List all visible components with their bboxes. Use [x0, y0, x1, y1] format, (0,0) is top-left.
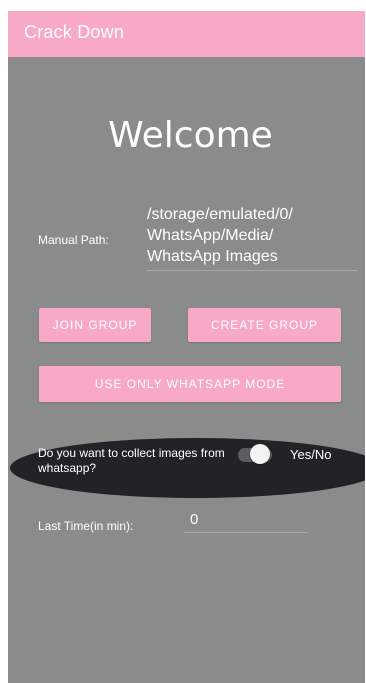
manual-path-label: Manual Path: — [38, 233, 109, 247]
welcome-heading: Welcome — [108, 115, 273, 156]
toggle-thumb[interactable] — [250, 444, 270, 464]
last-time-value: 0 — [190, 511, 199, 528]
join-group-button[interactable]: JOIN GROUP — [39, 308, 151, 342]
collect-question-label: Do you want to collect images from whats… — [38, 446, 225, 475]
create-group-button[interactable]: CREATE GROUP — [188, 308, 341, 342]
app-screen: Crack Down Welcome Manual Path: /storage… — [8, 11, 365, 683]
last-time-label: Last Time(in min): — [38, 519, 134, 533]
app-bar: Crack Down — [8, 11, 365, 57]
yes-no-label: Yes/No — [290, 447, 332, 462]
whatsapp-mode-button[interactable]: USE ONLY WHATSAPP MODE — [39, 366, 341, 402]
last-time-input[interactable]: 0 — [184, 511, 308, 533]
app-title: Crack Down — [24, 22, 125, 42]
manual-path-input[interactable]: /storage/emulated/0/ WhatsApp/Media/ Wha… — [147, 204, 357, 271]
